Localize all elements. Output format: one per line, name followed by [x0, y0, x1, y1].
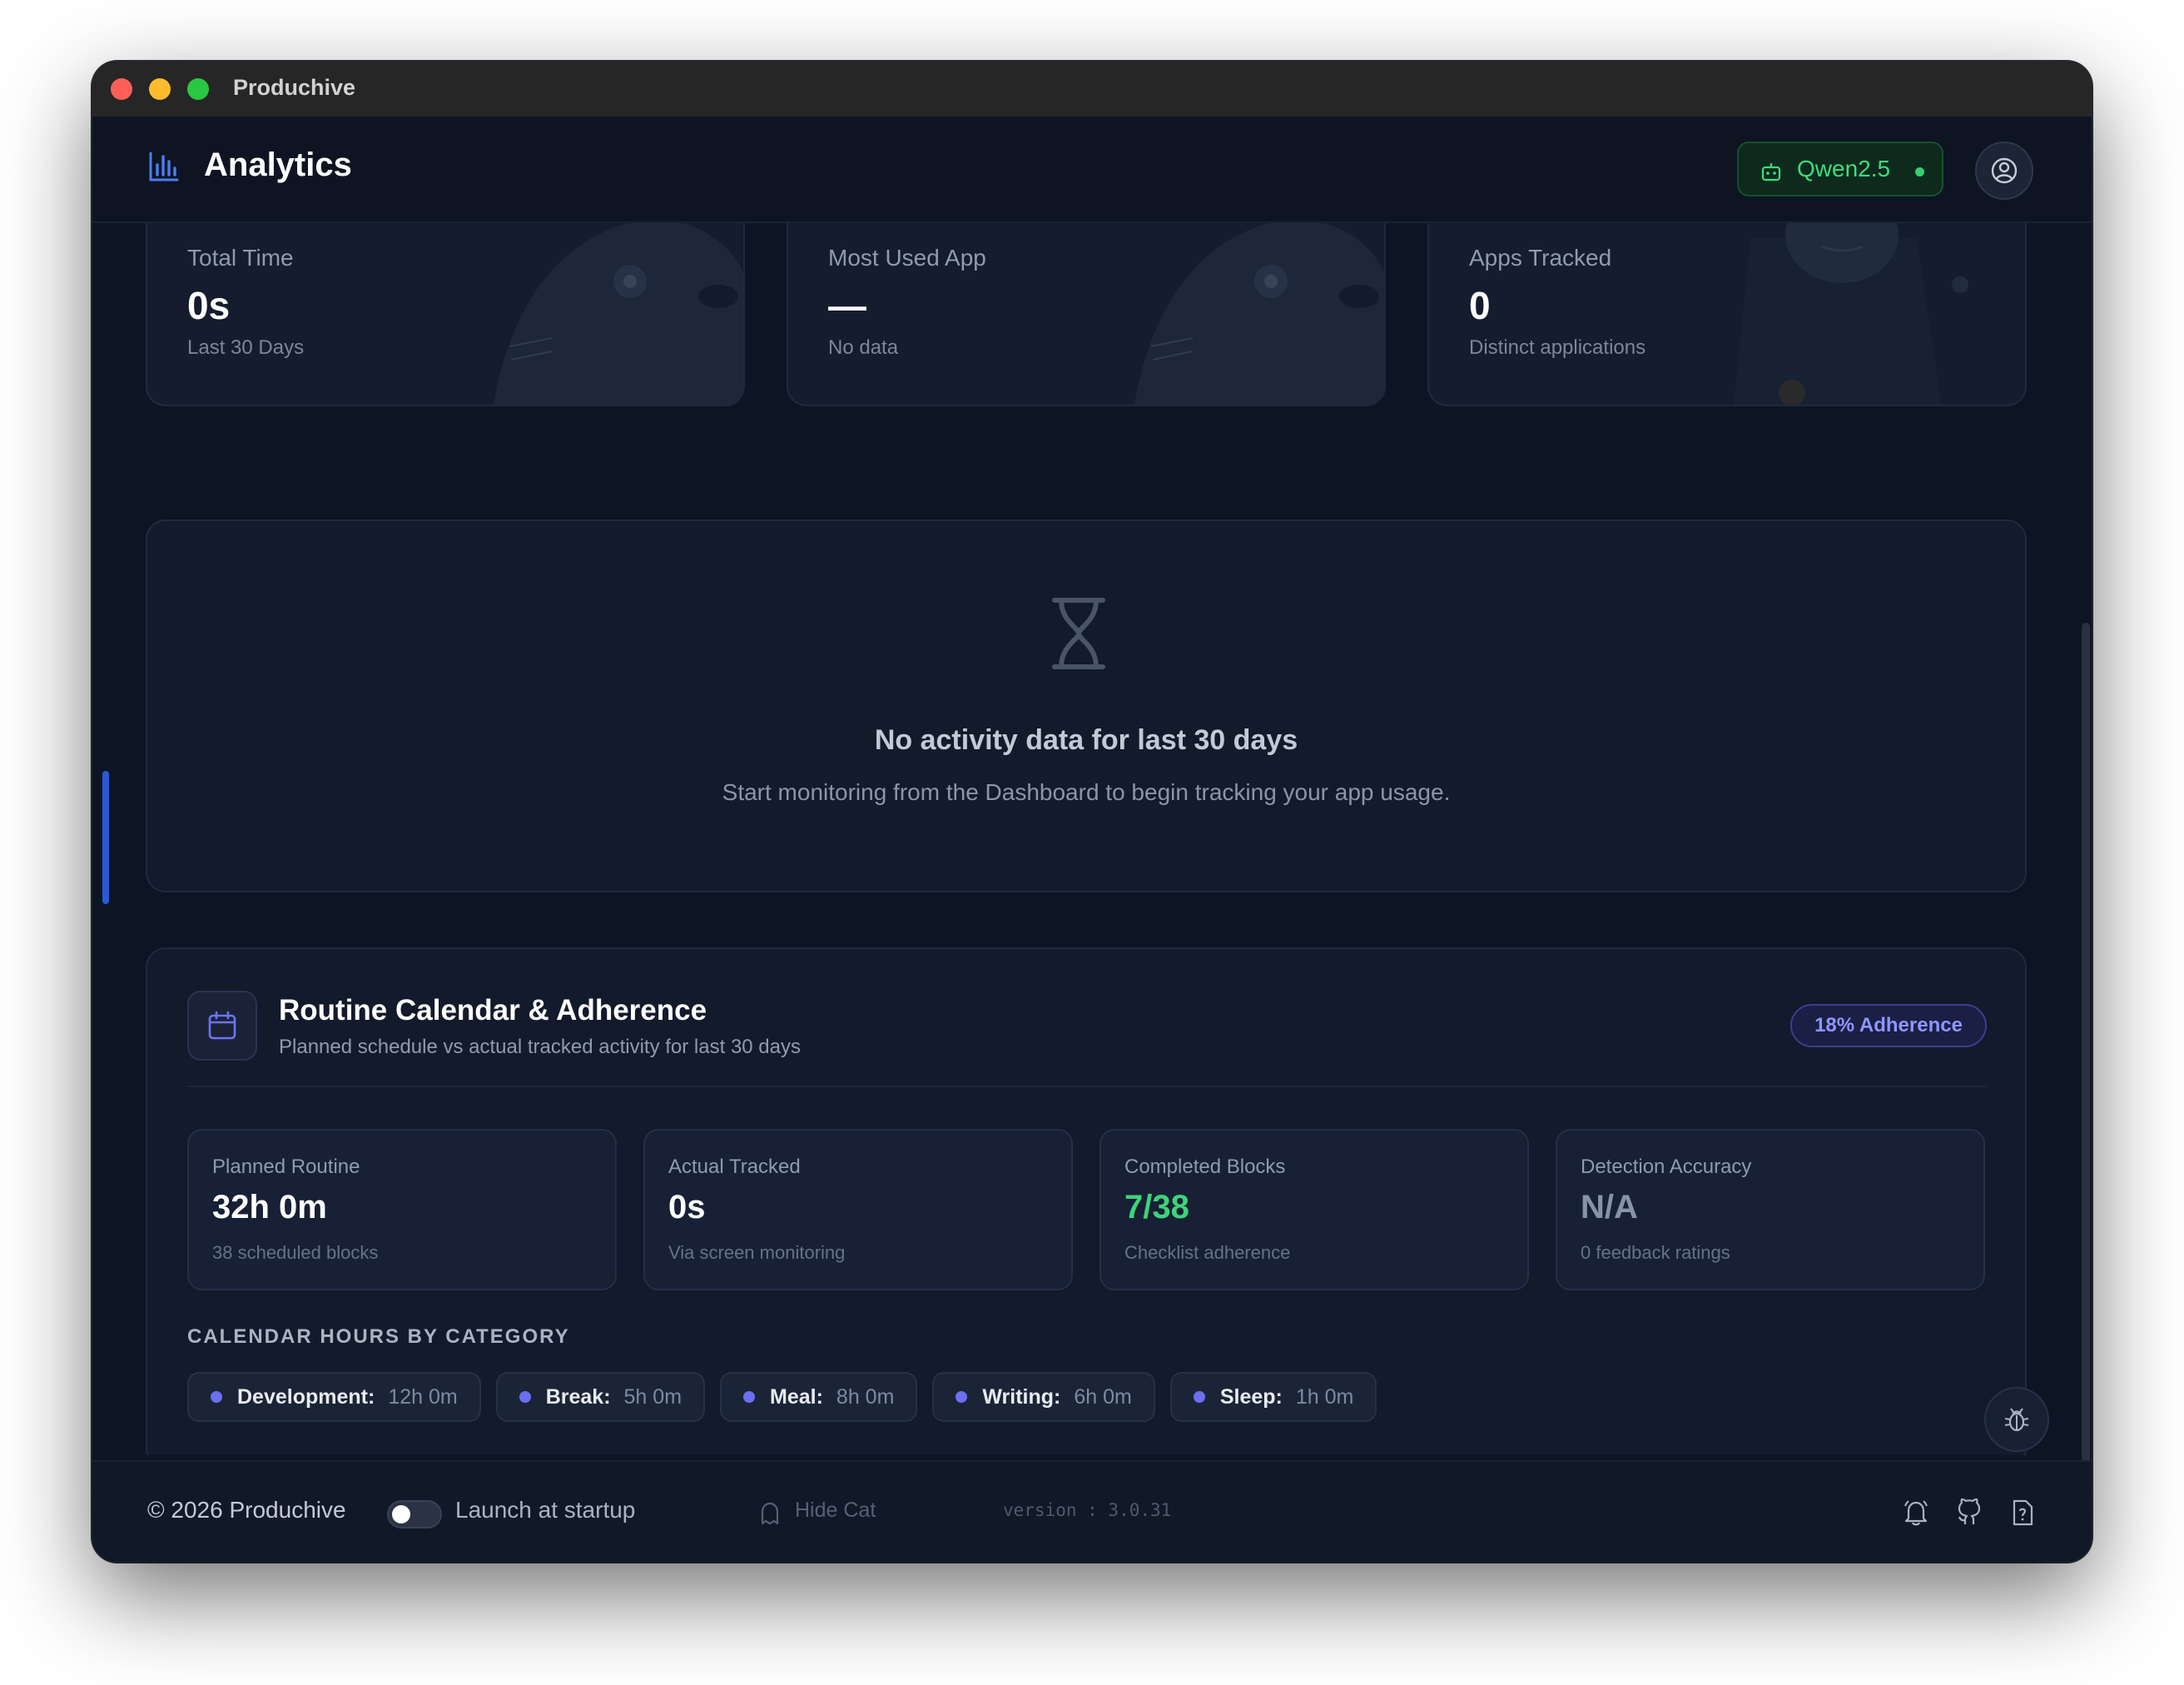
metric-value: 7/38	[1124, 1189, 1189, 1225]
stat-value: 0	[1469, 284, 1491, 327]
actual-tracked-metric: Actual Tracked 0s Via screen monitoring	[643, 1129, 1073, 1290]
category-value: 8h 0m	[836, 1384, 895, 1409]
ghost-icon[interactable]	[758, 1502, 782, 1525]
bar-chart-icon	[149, 152, 179, 181]
page-title: Analytics	[204, 147, 352, 183]
category-chip-writing: Writing: 6h 0m	[932, 1372, 1155, 1422]
detection-accuracy-metric: Detection Accuracy N/A 0 feedback rating…	[1556, 1129, 1985, 1290]
category-value: 1h 0m	[1295, 1384, 1354, 1409]
stat-sub: No data	[828, 336, 899, 359]
metric-sub: 38 scheduled blocks	[212, 1242, 379, 1263]
title-bar: Produchive	[92, 62, 2092, 118]
routine-calendar-card: Routine Calendar & Adherence Planned sch…	[146, 947, 2027, 1455]
metric-value: N/A	[1581, 1189, 1638, 1225]
adherence-badge: 18% Adherence	[1790, 1004, 1987, 1047]
bug-report-button[interactable]	[1984, 1387, 2049, 1452]
copyright-text: © 2026 Produchive	[147, 1497, 346, 1523]
metric-sub: Checklist adherence	[1124, 1242, 1291, 1263]
bell-icon[interactable]	[1902, 1499, 1930, 1527]
metric-label: Completed Blocks	[1124, 1156, 1286, 1178]
github-icon[interactable]	[1955, 1499, 1983, 1527]
category-value: 5h 0m	[623, 1384, 682, 1409]
category-dot	[956, 1391, 968, 1403]
bug-icon	[2004, 1408, 2029, 1432]
scroll-indicator	[102, 771, 109, 904]
metric-label: Planned Routine	[212, 1156, 360, 1178]
scrollbar-thumb[interactable]	[2082, 623, 2090, 1562]
metric-value: 32h 0m	[212, 1189, 327, 1225]
model-status-dot	[1915, 167, 1924, 176]
metric-label: Actual Tracked	[668, 1156, 801, 1178]
category-chip-meal: Meal: 8h 0m	[720, 1372, 918, 1422]
category-chip-break: Break: 5h 0m	[495, 1372, 706, 1422]
category-name: Development:	[237, 1384, 375, 1409]
hourglass-icon	[1052, 598, 1105, 669]
most-used-app-card: Most Used App — No data	[787, 223, 1386, 406]
apps-tracked-card: Apps Tracked 0 Distinct applications	[1427, 223, 2027, 406]
category-name: Meal:	[770, 1384, 823, 1409]
close-window-button[interactable]	[111, 78, 132, 100]
launch-at-startup-label[interactable]: Launch at startup	[455, 1497, 635, 1523]
total-time-card: Total Time 0s Last 30 Days	[146, 223, 745, 406]
cat-illustration-icon	[494, 223, 743, 405]
stat-value: 0s	[187, 284, 231, 327]
category-value: 12h 0m	[388, 1384, 458, 1409]
calendar-icon	[208, 1011, 236, 1040]
minimize-window-button[interactable]	[149, 78, 171, 100]
category-chips: Development: 12h 0m Break: 5h 0m Meal: 8…	[187, 1372, 1377, 1422]
metric-label: Detection Accuracy	[1581, 1156, 1752, 1178]
category-dot	[1193, 1391, 1205, 1403]
routine-subtitle: Planned schedule vs actual tracked activ…	[279, 1036, 801, 1058]
metric-sub: 0 feedback ratings	[1581, 1242, 1730, 1263]
metric-value: 0s	[668, 1189, 706, 1225]
robot-icon	[1761, 163, 1781, 181]
activity-empty-state: No activity data for last 30 days Start …	[146, 519, 2027, 892]
calendar-icon-box	[187, 991, 257, 1061]
routine-title: Routine Calendar & Adherence	[279, 994, 707, 1026]
planned-routine-metric: Planned Routine 32h 0m 38 scheduled bloc…	[187, 1129, 617, 1290]
hide-cat-button[interactable]: Hide Cat	[795, 1499, 876, 1523]
completed-blocks-metric: Completed Blocks 7/38 Checklist adherenc…	[1099, 1129, 1529, 1290]
profile-button[interactable]	[1975, 142, 2033, 200]
character-illustration-icon	[1734, 223, 1968, 405]
scrollbar[interactable]	[2080, 223, 2092, 1562]
category-dot	[211, 1391, 222, 1403]
help-document-icon[interactable]	[2008, 1499, 2037, 1527]
category-chip-sleep: Sleep: 1h 0m	[1169, 1372, 1377, 1422]
stat-value: —	[828, 284, 866, 327]
category-dot	[519, 1391, 531, 1403]
user-icon	[1991, 157, 2018, 184]
category-chip-development: Development: 12h 0m	[187, 1372, 481, 1422]
category-heading: CALENDAR HOURS BY CATEGORY	[187, 1325, 570, 1348]
page-header: Analytics Qwen2.5	[92, 117, 2092, 223]
stat-label: Apps Tracked	[1469, 245, 1612, 271]
empty-state-title: No activity data for last 30 days	[874, 724, 1298, 756]
category-name: Writing:	[982, 1384, 1061, 1409]
stat-label: Total Time	[187, 245, 294, 271]
window-title: Produchive	[233, 75, 356, 100]
stat-label: Most Used App	[828, 245, 986, 271]
model-status-button[interactable]: Qwen2.5	[1737, 142, 1943, 196]
analytics-content[interactable]: Total Time 0s Last 30 Days Most Used App…	[92, 223, 2092, 1455]
cat-illustration-icon	[1134, 223, 1384, 405]
stat-sub: Last 30 Days	[187, 336, 305, 359]
empty-state-subtitle: Start monitoring from the Dashboard to b…	[722, 779, 1451, 805]
zoom-window-button[interactable]	[187, 78, 209, 100]
footer: © 2026 Produchive Launch at startup Hide…	[92, 1460, 2092, 1562]
version-text: version : 3.0.31	[1003, 1500, 1172, 1520]
toggle-knob	[392, 1505, 410, 1523]
model-name: Qwen2.5	[1797, 156, 1891, 181]
launch-at-startup-toggle[interactable]	[387, 1500, 442, 1528]
category-name: Break:	[545, 1384, 611, 1409]
app-window: Produchive Analytics Qwen2.5 Total Time …	[92, 62, 2092, 1562]
category-dot	[743, 1391, 756, 1403]
stat-sub: Distinct applications	[1469, 336, 1646, 359]
metric-sub: Via screen monitoring	[668, 1242, 846, 1263]
divider	[187, 1086, 1987, 1087]
category-name: Sleep:	[1219, 1384, 1283, 1409]
category-value: 6h 0m	[1074, 1384, 1132, 1409]
